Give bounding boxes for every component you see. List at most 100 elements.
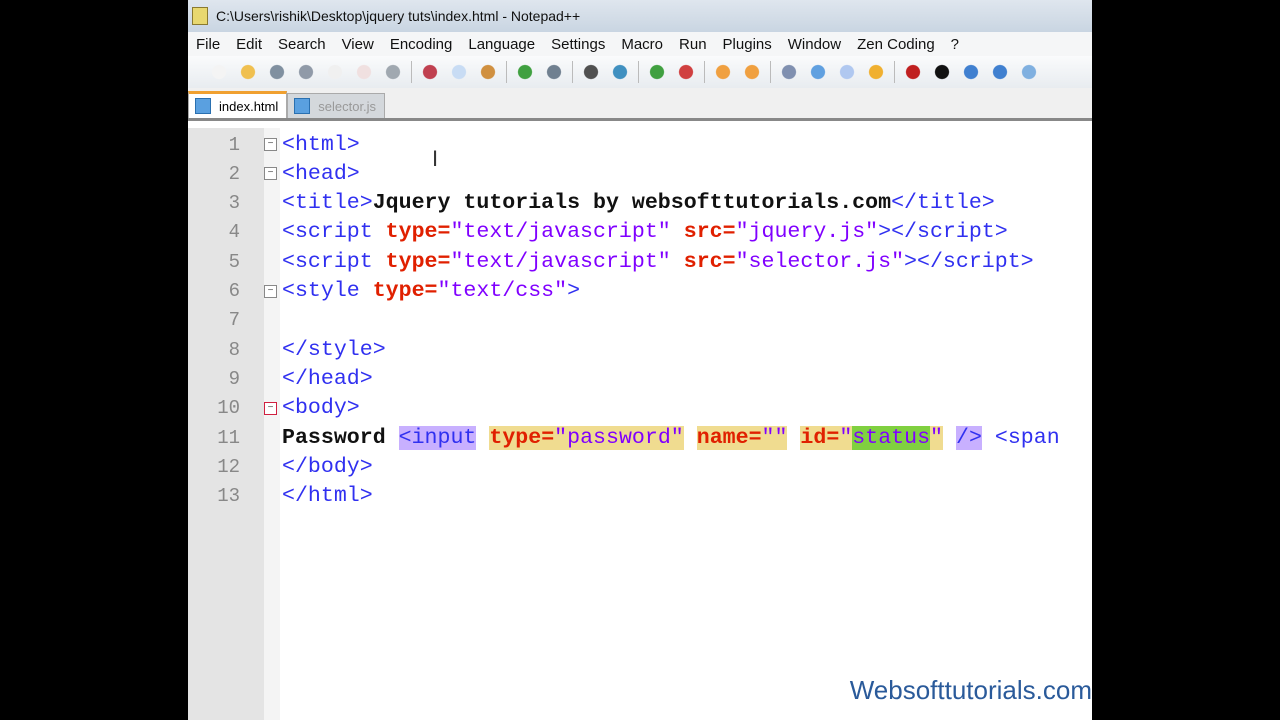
zoom-in-icon[interactable] bbox=[646, 62, 668, 82]
undo-icon[interactable] bbox=[514, 62, 536, 82]
code-line: 11 Password <input type="password" name="… bbox=[188, 423, 1092, 452]
play-multi-icon[interactable] bbox=[989, 62, 1011, 82]
copy-icon[interactable] bbox=[448, 62, 470, 82]
code-line: 8 </style> bbox=[188, 335, 1092, 364]
toolbar-separator bbox=[572, 61, 573, 83]
toolbar-separator bbox=[770, 61, 771, 83]
fold-toggle-icon[interactable]: − bbox=[264, 401, 277, 415]
code-token: src= bbox=[683, 220, 736, 245]
fold-toggle-icon[interactable]: − bbox=[264, 167, 277, 181]
code-token: <head> bbox=[282, 161, 360, 186]
menu-file[interactable]: File bbox=[196, 36, 220, 53]
menu-plugins[interactable]: Plugins bbox=[723, 36, 772, 53]
code-text: <head> bbox=[282, 162, 360, 186]
line-number: 8 bbox=[228, 338, 240, 361]
menu-language[interactable]: Language bbox=[468, 36, 535, 53]
paste-icon[interactable] bbox=[477, 62, 499, 82]
code-token: <span bbox=[981, 425, 1060, 450]
window-title: C:\Users\rishik\Desktop\jquery tuts\inde… bbox=[216, 8, 581, 24]
show-all-icon[interactable] bbox=[807, 62, 829, 82]
menu-zen-coding[interactable]: Zen Coding bbox=[857, 36, 935, 53]
code-token: "" bbox=[761, 425, 788, 450]
close-all-icon[interactable] bbox=[353, 62, 375, 82]
code-token: "text/css" bbox=[437, 279, 568, 303]
code-token: <script bbox=[282, 249, 386, 274]
code-token: type= bbox=[385, 249, 451, 274]
line-number: 2 bbox=[228, 162, 240, 185]
code-token: name= bbox=[696, 425, 762, 450]
sync-v-icon[interactable] bbox=[712, 62, 734, 82]
code-line: 4 <script type="text/javascript" src="jqu… bbox=[188, 218, 1092, 247]
menu-settings[interactable]: Settings bbox=[551, 36, 605, 53]
code-token: "jquery.js" bbox=[735, 220, 879, 245]
toolbar-separator bbox=[704, 61, 705, 83]
menu-view[interactable]: View bbox=[342, 36, 374, 53]
tab-selector-js[interactable]: selector.js bbox=[287, 93, 386, 118]
code-token: ></script> bbox=[904, 249, 1034, 274]
code-line: 2 − <head> bbox=[188, 159, 1092, 188]
line-number: 3 bbox=[228, 192, 240, 215]
record-icon[interactable] bbox=[902, 62, 924, 82]
indent-guide-icon[interactable] bbox=[836, 62, 858, 82]
code-token: Jquery tutorials by websofttutorials.com bbox=[372, 191, 892, 216]
menu-edit[interactable]: Edit bbox=[236, 36, 262, 53]
menu-run[interactable]: Run bbox=[679, 36, 707, 53]
lang-icon[interactable] bbox=[865, 62, 887, 82]
file-icon bbox=[294, 98, 311, 114]
toolbar bbox=[188, 56, 1092, 88]
menu-encoding[interactable]: Encoding bbox=[390, 36, 453, 53]
replace-icon[interactable] bbox=[609, 62, 631, 82]
code-text: </head> bbox=[282, 367, 373, 391]
zoom-out-icon[interactable] bbox=[675, 62, 697, 82]
menu-search[interactable]: Search bbox=[278, 36, 326, 53]
open-icon[interactable] bbox=[237, 62, 259, 82]
save-all-icon[interactable] bbox=[295, 62, 317, 82]
code-token: /> bbox=[955, 425, 982, 450]
menu-window[interactable]: Window bbox=[788, 36, 841, 53]
cut-icon[interactable] bbox=[419, 62, 441, 82]
sync-h-icon[interactable] bbox=[741, 62, 763, 82]
code-text: <script type="text/javascript" src="jque… bbox=[282, 220, 1008, 244]
menu-help[interactable]: ? bbox=[951, 36, 959, 53]
new-icon[interactable] bbox=[208, 62, 230, 82]
code-token: </head> bbox=[282, 366, 373, 391]
code-token: </html> bbox=[282, 484, 373, 509]
toolbar-separator bbox=[506, 61, 507, 83]
close-icon[interactable] bbox=[324, 62, 346, 82]
code-token: " bbox=[930, 425, 944, 450]
code-token: <body> bbox=[282, 396, 360, 421]
code-text: </style> bbox=[282, 338, 386, 362]
code-token: <style bbox=[282, 279, 373, 303]
fold-toggle-icon[interactable]: − bbox=[264, 138, 277, 151]
text-cursor-icon: I bbox=[432, 146, 439, 171]
find-icon[interactable] bbox=[580, 62, 602, 82]
code-token: type= bbox=[489, 425, 555, 450]
code-token: status bbox=[852, 425, 931, 450]
menu-bar: File Edit Search View Encoding Language Settin… bbox=[188, 32, 1092, 56]
code-token: </body> bbox=[282, 454, 373, 479]
code-text: <html> bbox=[282, 133, 360, 157]
watermark: Websofttutorials.com bbox=[849, 675, 1092, 705]
code-text: <body> bbox=[282, 396, 360, 420]
code-token: <input bbox=[398, 425, 477, 450]
tab-index-html[interactable]: index.html bbox=[188, 91, 288, 118]
save-icon[interactable] bbox=[266, 62, 288, 82]
wrap-icon[interactable] bbox=[778, 62, 800, 82]
code-text: <style type="text/css"> bbox=[282, 279, 580, 303]
code-editor[interactable]: 1− <html> 2− <head> 3 <title>Jquery tutorials… bbox=[188, 128, 1092, 720]
line-number: 13 bbox=[217, 485, 240, 508]
print-icon[interactable] bbox=[382, 62, 404, 82]
play-icon[interactable] bbox=[960, 62, 982, 82]
code-line: 13 </html> bbox=[188, 482, 1092, 511]
redo-icon[interactable] bbox=[543, 62, 565, 82]
menu-macro[interactable]: Macro bbox=[621, 36, 663, 53]
line-number: 10 bbox=[217, 397, 240, 420]
save-macro-icon[interactable] bbox=[1018, 62, 1040, 82]
fold-toggle-icon[interactable]: − bbox=[264, 284, 277, 298]
notepad-icon bbox=[192, 7, 208, 25]
stop-icon[interactable] bbox=[931, 62, 953, 82]
